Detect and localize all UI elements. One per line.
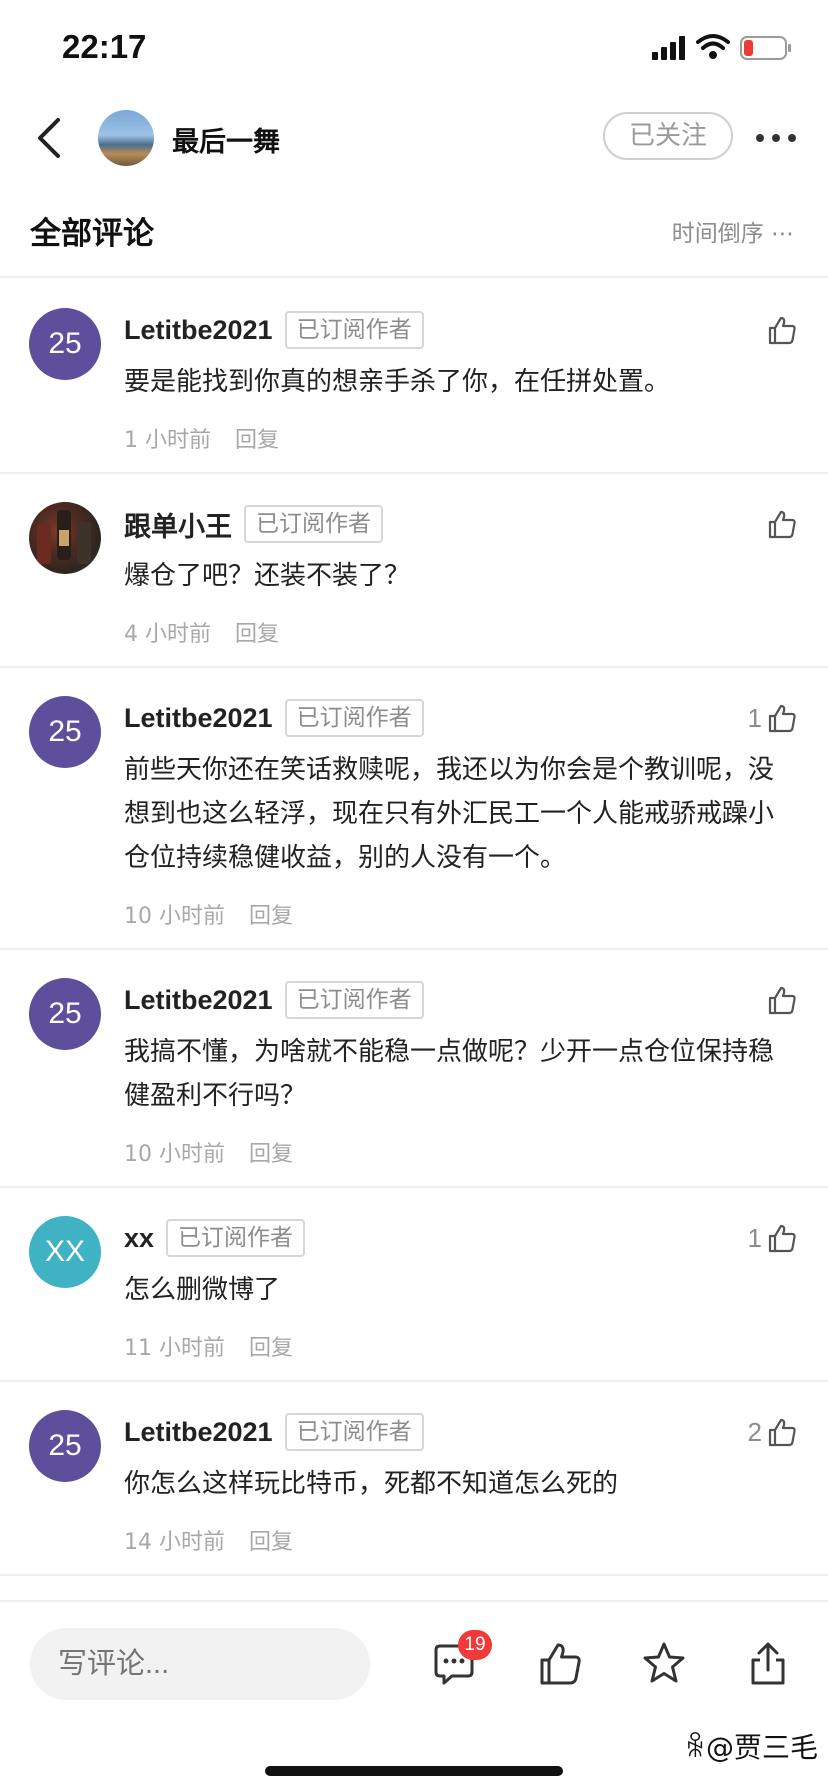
status-bar: 22:17 — [0, 0, 828, 96]
author-name[interactable]: 最后一舞 — [172, 120, 280, 159]
watermark-text: @贾三毛 — [705, 1731, 818, 1764]
subscriber-badge: 已订阅作者 — [244, 505, 383, 543]
comment-username[interactable]: xx — [124, 1223, 154, 1254]
watermark: ꆜ@贾三毛 — [684, 1726, 818, 1766]
home-indicator[interactable] — [265, 1766, 563, 1776]
user-avatar[interactable]: 25 — [29, 696, 101, 768]
comment-meta: 11 小时前 回复 — [124, 1330, 293, 1362]
comment-header: xx 已订阅作者 — [124, 1218, 306, 1258]
avatar-photo — [37, 510, 91, 564]
like-count: 1 — [747, 1222, 762, 1253]
status-time: 22:17 — [62, 28, 147, 65]
comment-meta: 10 小时前 回复 — [124, 898, 293, 930]
subscriber-badge: 已订阅作者 — [284, 699, 424, 737]
like-button[interactable] — [762, 310, 798, 350]
thumbs-up-icon — [768, 704, 796, 733]
comment-meta: 10 小时前 回复 — [124, 1136, 293, 1168]
comment-time: 10 小时前 — [124, 1142, 225, 1167]
cellular-signal-icon — [652, 36, 685, 60]
reply-button[interactable]: 回复 — [235, 622, 279, 647]
top-nav: 最后一舞 已关注 — [0, 96, 828, 180]
battery-icon — [740, 36, 791, 60]
follow-button[interactable]: 已关注 — [603, 112, 733, 160]
thumbs-up-icon — [768, 1418, 796, 1447]
thumbs-up-icon — [768, 1224, 796, 1253]
like-count: 1 — [747, 702, 762, 733]
user-avatar[interactable]: 25 — [29, 1410, 101, 1482]
weibo-logo-icon: ꆜ — [684, 1731, 706, 1764]
comments-section-header: 全部评论 时间倒序 ⋯ — [0, 186, 828, 278]
thumbs-up-icon — [768, 316, 796, 345]
subscriber-badge: 已订阅作者 — [284, 311, 424, 349]
like-button[interactable] — [762, 980, 798, 1020]
thumbs-up-icon[interactable] — [536, 1640, 584, 1688]
comment-username[interactable]: Letitbe2021 — [124, 1417, 273, 1448]
like-button[interactable]: 2 — [748, 1412, 798, 1452]
reply-button[interactable]: 回复 — [249, 1530, 293, 1555]
comment-meta: 4 小时前 回复 — [124, 616, 279, 648]
comment-item: 25 Letitbe2021 已订阅作者 我搞不懂，为啥就不能稳一点做呢？少开一… — [0, 950, 828, 1188]
like-button[interactable]: 1 — [748, 1218, 798, 1258]
comment-item: 跟单小王 已订阅作者 爆仓了吧？还装不装了？ 4 小时前 回复 — [0, 474, 828, 668]
author-avatar[interactable] — [98, 110, 154, 166]
comment-text: 要是能找到你真的想亲手杀了你，在任拼处置。 — [124, 367, 671, 397]
user-avatar[interactable]: 25 — [29, 308, 101, 380]
reply-button[interactable]: 回复 — [249, 1142, 293, 1167]
comment-text: 爆仓了吧？还装不装了？ — [124, 561, 411, 591]
sort-selector[interactable]: 时间倒序 ⋯ — [672, 214, 794, 248]
section-title: 全部评论 — [30, 216, 154, 252]
user-avatar[interactable]: 25 — [29, 978, 101, 1050]
comment-username[interactable]: Letitbe2021 — [124, 985, 273, 1016]
star-icon[interactable] — [640, 1640, 688, 1688]
comment-header: Letitbe2021 已订阅作者 — [124, 698, 424, 738]
more-dots-icon[interactable] — [754, 122, 798, 154]
reply-button[interactable]: 回复 — [235, 428, 279, 453]
share-icon[interactable] — [744, 1640, 792, 1688]
thumbs-up-icon — [768, 986, 796, 1015]
comment-time: 1 小时前 — [124, 428, 211, 453]
user-avatar[interactable]: XX — [29, 1216, 101, 1288]
wifi-icon — [696, 34, 730, 59]
comment-text: 前些天你还在笑话救赎呢，我还以为你会是个教训呢，没想到也这么轻浮，现在只有外汇民… — [124, 755, 775, 873]
comment-item: XX xx 已订阅作者 1 怎么删微博了 11 小时前 回复 — [0, 1188, 828, 1382]
subscriber-badge: 已订阅作者 — [284, 1413, 424, 1451]
comment-item: 25 Letitbe2021 已订阅作者 1 前些天你还在笑话救赎呢，我还以为你… — [0, 668, 828, 950]
comment-text: 怎么删微博了 — [124, 1275, 281, 1305]
comment-count-badge: 19 — [458, 1630, 492, 1660]
like-count: 2 — [747, 1416, 762, 1447]
comment-meta: 14 小时前 回复 — [124, 1524, 293, 1556]
reply-button[interactable]: 回复 — [249, 1336, 293, 1361]
bottom-action-bar: 19 ꆜ@贾三毛 — [0, 1600, 828, 1792]
comment-header: Letitbe2021 已订阅作者 — [124, 310, 424, 350]
comment-username[interactable]: Letitbe2021 — [124, 315, 273, 346]
comment-header: Letitbe2021 已订阅作者 — [124, 1412, 424, 1452]
comment-input[interactable] — [30, 1628, 370, 1700]
reply-button[interactable]: 回复 — [249, 904, 293, 929]
comment-username[interactable]: Letitbe2021 — [124, 703, 273, 734]
comment-text: 你怎么这样玩比特币，死都不知道怎么死的 — [124, 1469, 619, 1499]
comment-header: 跟单小王 已订阅作者 — [124, 504, 383, 544]
back-chevron-icon[interactable] — [30, 114, 70, 162]
thumbs-up-icon — [768, 510, 796, 539]
comment-username[interactable]: 跟单小王 — [124, 505, 232, 544]
subscriber-badge: 已订阅作者 — [166, 1219, 306, 1257]
comment-item: 25 Letitbe2021 已订阅作者 2 你怎么这样玩比特币，死都不知道怎么… — [0, 1382, 828, 1576]
comment-text: 我搞不懂，为啥就不能稳一点做呢？少开一点仓位保持稳健盈利不行吗？ — [124, 1037, 775, 1111]
comment-time: 14 小时前 — [124, 1530, 225, 1555]
comment-time: 10 小时前 — [124, 904, 225, 929]
comment-meta: 1 小时前 回复 — [124, 422, 279, 454]
subscriber-badge: 已订阅作者 — [284, 981, 424, 1019]
like-button[interactable]: 1 — [748, 698, 798, 738]
like-button[interactable] — [762, 504, 798, 544]
comment-time: 4 小时前 — [124, 622, 211, 647]
comment-time: 11 小时前 — [124, 1336, 225, 1361]
user-avatar[interactable] — [29, 502, 101, 574]
comment-header: Letitbe2021 已订阅作者 — [124, 980, 424, 1020]
comment-item: 25 Letitbe2021 已订阅作者 要是能找到你真的想亲手杀了你，在任拼处… — [0, 280, 828, 474]
